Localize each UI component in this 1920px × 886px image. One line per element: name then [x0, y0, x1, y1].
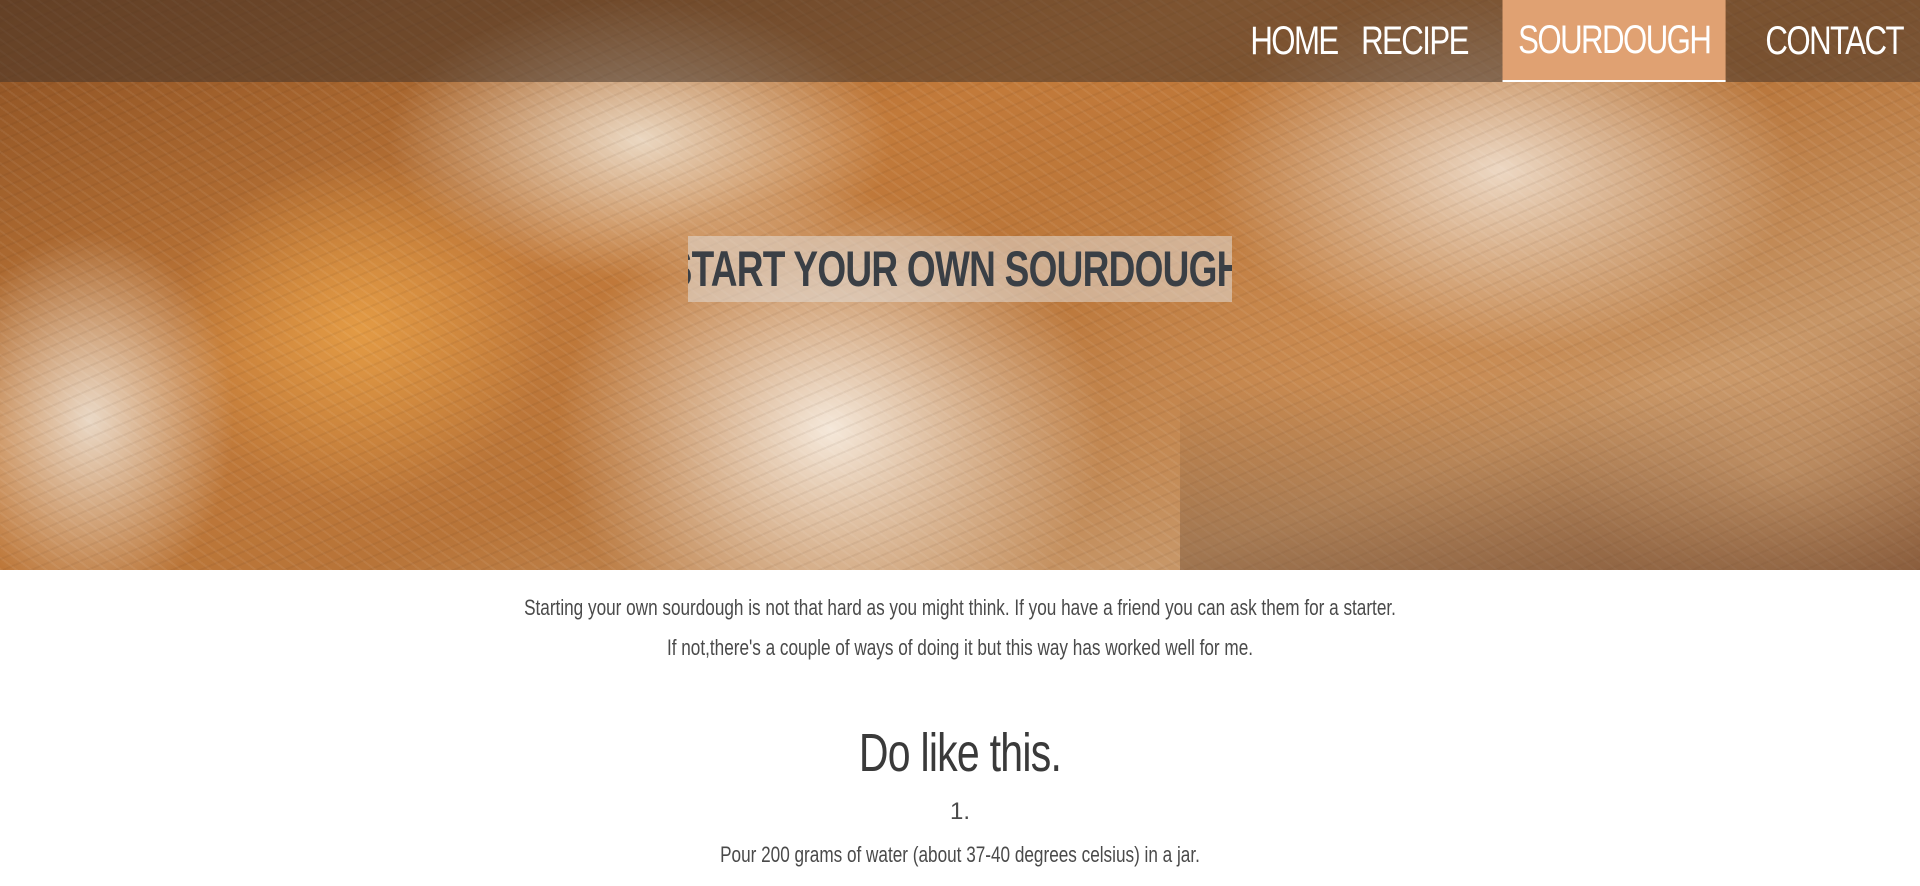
- step-number: 1.: [949, 798, 970, 825]
- nav-recipe[interactable]: RECIPE: [1354, 0, 1475, 82]
- nav-sourdough[interactable]: SOURDOUGH: [1502, 0, 1727, 82]
- hero-title-box: START YOUR OWN SOURDOUGH.: [688, 236, 1232, 302]
- nav-home[interactable]: HOME: [1244, 0, 1345, 82]
- intro-text: Starting your own sourdough is not that …: [0, 588, 1920, 668]
- top-navigation: HOME RECIPE SOURDOUGH CONTACT: [0, 0, 1920, 82]
- section-title: Do like this.: [858, 723, 1062, 783]
- main-content: Starting your own sourdough is not that …: [0, 588, 1920, 868]
- intro-line-2: If not,there's a couple of ways of doing…: [666, 635, 1254, 660]
- nav-contact[interactable]: CONTACT: [1758, 0, 1910, 82]
- hero-title: START YOUR OWN SOURDOUGH.: [688, 241, 1232, 297]
- hero-banner: HOME RECIPE SOURDOUGH CONTACT START YOUR…: [0, 0, 1920, 570]
- step-text: Pour 200 grams of water (about 37-40 deg…: [720, 842, 1200, 867]
- intro-line-1: Starting your own sourdough is not that …: [524, 595, 1396, 620]
- hero-shadow: [1180, 380, 1920, 570]
